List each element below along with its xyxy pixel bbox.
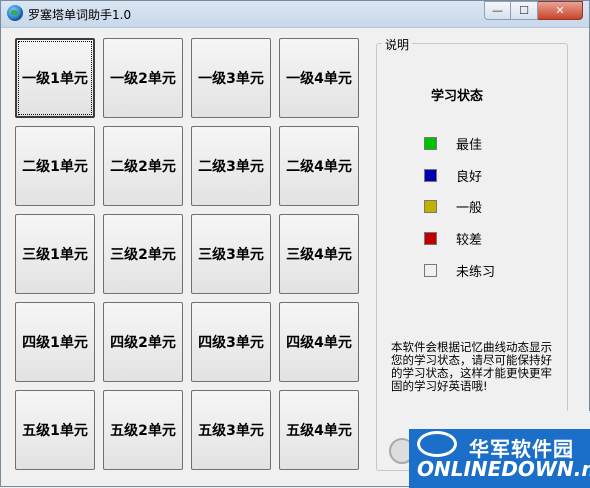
legend-item-good: 良好	[424, 167, 482, 185]
minimize-button[interactable]: —	[484, 1, 511, 20]
close-icon: ✕	[555, 4, 565, 17]
close-button[interactable]: ✕	[538, 1, 583, 20]
app-window: 罗塞塔单词助手1.0 — ☐ ✕ 一级1单元 一级2单元 一级3单元 一级4单元…	[0, 0, 590, 488]
legend-swatch-unpracticed	[424, 263, 437, 277]
unit-button-5-3[interactable]: 五级3单元	[191, 390, 271, 470]
unit-button-4-4[interactable]: 四级4单元	[279, 302, 359, 382]
unit-button-3-1[interactable]: 三级1单元	[15, 214, 95, 294]
title-bar[interactable]: 罗塞塔单词助手1.0 — ☐ ✕	[1, 1, 589, 28]
unit-button-1-4[interactable]: 一级4单元	[279, 38, 359, 118]
window-controls: — ☐ ✕	[484, 1, 583, 20]
legend-label-unpracticed: 未练习	[456, 265, 496, 280]
unit-button-2-2[interactable]: 二级2单元	[103, 126, 183, 206]
unit-button-2-4[interactable]: 二级4单元	[279, 126, 359, 206]
legend-item-best: 最佳	[424, 135, 482, 153]
legend-label-best: 最佳	[456, 138, 483, 153]
maximize-button[interactable]: ☐	[511, 1, 538, 20]
legend-swatch-best	[424, 136, 437, 150]
unit-button-3-3[interactable]: 三级3单元	[191, 214, 271, 294]
unit-button-1-2[interactable]: 一级2单元	[103, 38, 183, 118]
maximize-icon: ☐	[519, 4, 529, 17]
window-title: 罗塞塔单词助手1.0	[28, 8, 132, 22]
unit-button-4-3[interactable]: 四级3单元	[191, 302, 271, 382]
legend-item-average: 一般	[424, 198, 482, 216]
unit-button-1-3[interactable]: 一级3单元	[191, 38, 271, 118]
watermark-en-text: ONLINEDOWN.net	[417, 457, 590, 481]
watermark-logo: 华军软件园 ONLINEDOWN.net	[409, 411, 590, 488]
unit-button-5-2[interactable]: 五级2单元	[103, 390, 183, 470]
legend-swatch-poor	[424, 231, 437, 245]
study-status-heading: 学习状态	[431, 89, 484, 104]
unit-button-1-1[interactable]: 一级1单元	[15, 38, 95, 118]
unit-button-2-1[interactable]: 二级1单元	[15, 126, 95, 206]
unit-button-5-4[interactable]: 五级4单元	[279, 390, 359, 470]
legend-swatch-good	[424, 168, 437, 182]
unit-button-2-3[interactable]: 二级3单元	[191, 126, 271, 206]
legend-groupbox	[376, 43, 568, 471]
unit-button-4-2[interactable]: 四级2单元	[103, 302, 183, 382]
watermark-notch	[409, 411, 590, 429]
legend-item-poor: 较差	[424, 230, 482, 248]
globe-icon	[7, 5, 23, 21]
legend-label-poor: 较差	[456, 233, 483, 248]
unit-button-4-1[interactable]: 四级1单元	[15, 302, 95, 382]
legend-label-good: 良好	[456, 170, 483, 185]
legend-label-average: 一般	[456, 201, 483, 216]
watermark-ring-icon	[417, 431, 457, 457]
description-text: 本软件会根据记忆曲线动态显示您的学习状态，请尽可能保持好的学习状态，这样才能更快…	[391, 340, 552, 393]
unit-button-5-1[interactable]: 五级1单元	[15, 390, 95, 470]
legend-swatch-average	[424, 199, 437, 213]
legend-item-unpracticed: 未练习	[424, 262, 495, 280]
minimize-icon: —	[492, 4, 503, 17]
groupbox-title: 说明	[382, 36, 413, 53]
unit-button-3-4[interactable]: 三级4单元	[279, 214, 359, 294]
unit-button-3-2[interactable]: 三级2单元	[103, 214, 183, 294]
